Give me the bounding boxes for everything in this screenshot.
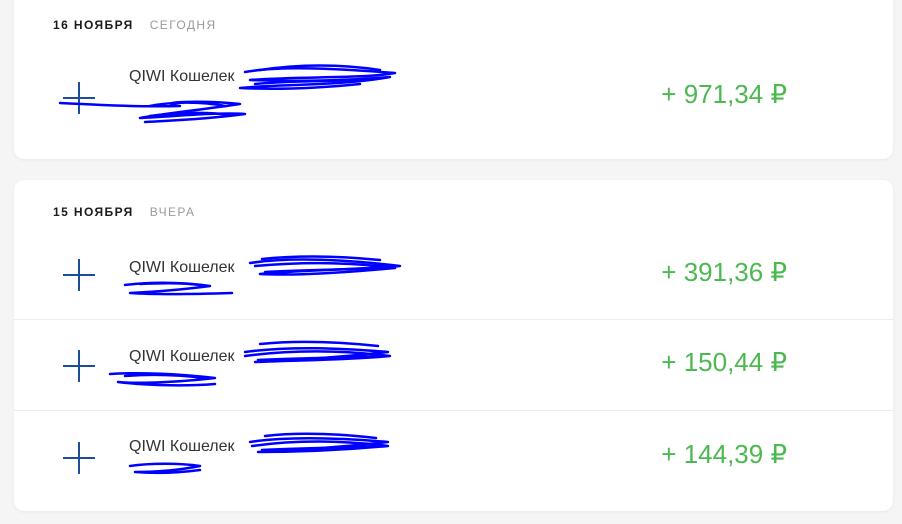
- transaction-title: QIWI Кошелек: [129, 68, 235, 85]
- transaction-group-today: 16 НОЯБРЯ СЕГОДНЯ QIWI Кошелек + 971,34 …: [14, 0, 893, 159]
- transaction-row[interactable]: QIWI Кошелек + 971,34 ₽: [14, 50, 893, 140]
- date-header: 15 НОЯБРЯ ВЧЕРА: [53, 205, 195, 219]
- relative-date-label: СЕГОДНЯ: [149, 18, 217, 32]
- date-header: 16 НОЯБРЯ СЕГОДНЯ: [53, 18, 217, 32]
- date-label: 16 НОЯБРЯ: [53, 18, 134, 32]
- transaction-row[interactable]: QIWI Кошелек + 391,36 ₽: [14, 229, 893, 319]
- transaction-title: QIWI Кошелек: [129, 348, 235, 365]
- transaction-amount: + 150,44 ₽: [661, 347, 787, 377]
- transaction-title: QIWI Кошелек: [129, 259, 235, 276]
- relative-date-label: ВЧЕРА: [149, 205, 196, 219]
- plus-icon: [63, 82, 95, 114]
- transaction-row[interactable]: QIWI Кошелек + 150,44 ₽: [14, 319, 893, 410]
- transaction-group-yesterday: 15 НОЯБРЯ ВЧЕРА QIWI Кошелек + 391,36 ₽ …: [14, 180, 893, 511]
- plus-icon: [63, 259, 95, 291]
- transaction-amount: + 144,39 ₽: [661, 439, 787, 469]
- date-label: 15 НОЯБРЯ: [53, 205, 134, 219]
- plus-icon: [63, 442, 95, 474]
- plus-icon: [63, 350, 95, 382]
- transaction-amount: + 971,34 ₽: [661, 79, 787, 109]
- transaction-amount: + 391,36 ₽: [661, 257, 787, 287]
- transaction-title: QIWI Кошелек: [129, 438, 235, 455]
- transaction-row[interactable]: QIWI Кошелек + 144,39 ₽: [14, 410, 893, 501]
